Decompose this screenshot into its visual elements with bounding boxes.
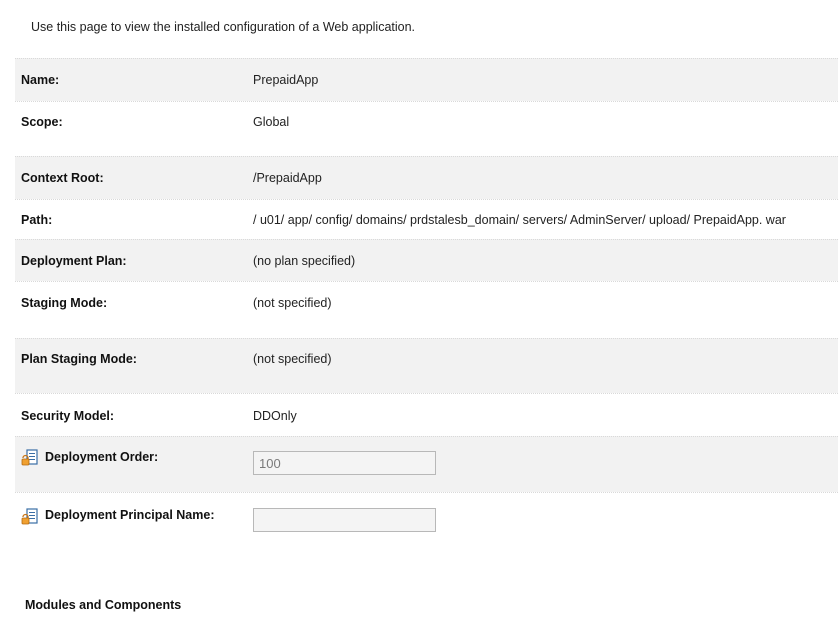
row-security-model: Security Model: DDOnly — [15, 393, 838, 436]
row-deployment-principal-name: Deployment Principal Name: — [15, 492, 838, 552]
deployment-order-label: Deployment Order: — [45, 450, 159, 464]
deployment-plan-label: Deployment Plan: — [21, 254, 127, 268]
staging-mode-value: (not specified) — [253, 296, 332, 310]
security-model-label: Security Model: — [21, 409, 115, 423]
scope-value: Global — [253, 115, 290, 129]
staging-mode-label: Staging Mode: — [21, 296, 108, 310]
page-intro: Use this page to view the installed conf… — [31, 20, 416, 34]
row-plan-staging-mode: Plan Staging Mode: (not specified) — [15, 338, 838, 393]
context-root-label: Context Root: — [21, 171, 104, 185]
row-staging-mode: Staging Mode: (not specified) — [15, 281, 838, 338]
deployment-order-input[interactable] — [253, 451, 436, 475]
row-path: Path: / u01/ app/ config/ domains/ prdst… — [15, 199, 838, 239]
plan-staging-mode-value: (not specified) — [253, 352, 332, 366]
row-deployment-plan: Deployment Plan: (no plan specified) — [15, 239, 838, 281]
row-deployment-order: Deployment Order: — [15, 436, 838, 492]
name-value: PrepaidApp — [253, 73, 319, 87]
name-label: Name: — [21, 73, 60, 87]
row-scope: Scope: Global — [15, 101, 838, 156]
row-name: Name: PrepaidApp — [15, 58, 838, 101]
lock-edit-icon — [21, 508, 38, 525]
scope-label: Scope: — [21, 115, 63, 129]
lock-edit-icon — [21, 449, 38, 466]
security-model-value: DDOnly — [253, 409, 297, 423]
modules-and-components-heading: Modules and Components — [25, 598, 182, 612]
path-label: Path: — [21, 213, 53, 227]
context-root-value: /PrepaidApp — [253, 171, 322, 185]
deployment-principal-name-input[interactable] — [253, 508, 436, 532]
path-value: / u01/ app/ config/ domains/ prdstalesb_… — [253, 213, 786, 227]
deployment-plan-value: (no plan specified) — [253, 254, 356, 268]
deployment-principal-name-label: Deployment Principal Name: — [45, 508, 215, 522]
plan-staging-mode-label: Plan Staging Mode: — [21, 352, 137, 366]
row-context-root: Context Root: /PrepaidApp — [15, 156, 838, 199]
